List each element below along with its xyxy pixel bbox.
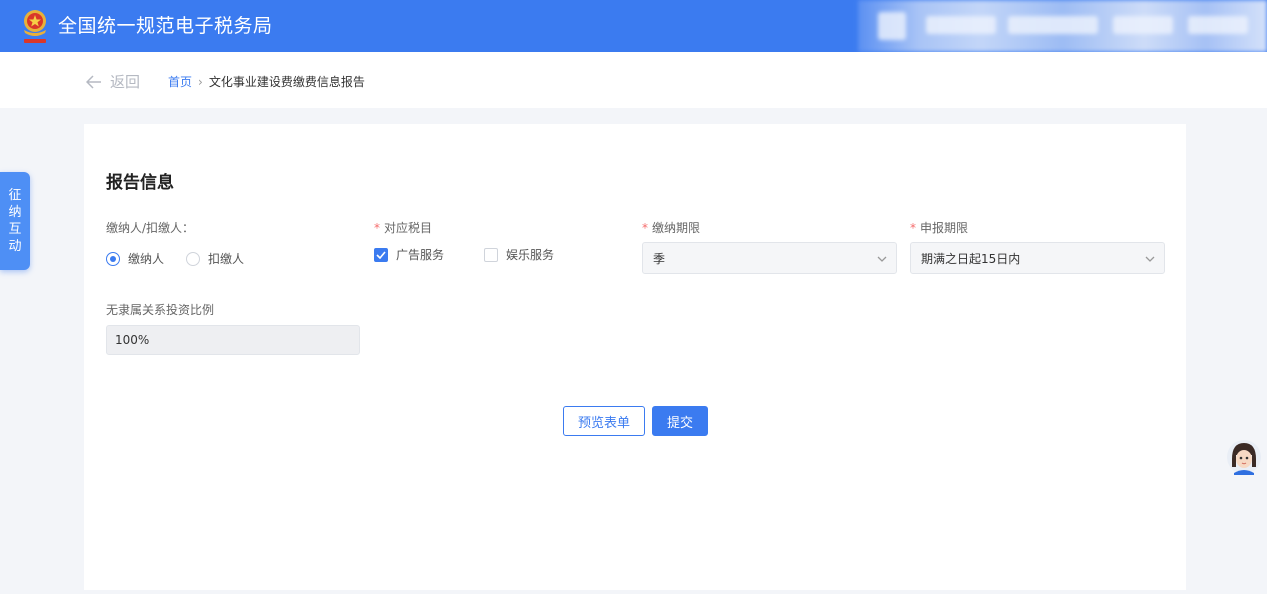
arrow-left-icon	[86, 74, 101, 89]
investment-ratio-input: 100%	[106, 325, 360, 355]
checkbox-advertising[interactable]: 广告服务	[374, 246, 444, 263]
submit-button[interactable]: 提交	[652, 406, 708, 436]
investment-ratio-label: 无隶属关系投资比例	[106, 303, 215, 317]
checkbox-label: 广告服务	[396, 248, 445, 262]
side-tab-char: 动	[8, 239, 22, 254]
breadcrumb-bar: 返回 首页 › 文化事业建设费缴费信息报告	[0, 52, 1267, 108]
radio-payer[interactable]: 缴纳人	[106, 250, 164, 267]
site-title: 全国统一规范电子税务局	[58, 15, 273, 37]
side-tab-char: 征	[8, 188, 22, 203]
checkbox-checked-icon	[374, 247, 388, 262]
report-form-card: 报告信息 缴纳人/扣缴人： 缴纳人 扣缴人 * 对应税目 广告服务 娱乐服务 *…	[84, 124, 1186, 590]
side-tab-char: 互	[8, 222, 22, 237]
required-mark: *	[374, 221, 380, 235]
assistant-avatar-icon[interactable]	[1226, 437, 1262, 477]
tax-emblem-icon	[24, 10, 46, 43]
section-title: 报告信息	[106, 173, 174, 193]
back-label: 返回	[110, 73, 141, 91]
pay-period-select[interactable]: 季	[642, 242, 897, 274]
payer-label: 缴纳人/扣缴人：	[106, 221, 195, 235]
pay-period-field: * 缴纳期限 季	[642, 220, 897, 274]
radio-unchecked-icon	[186, 251, 201, 266]
interaction-side-tab[interactable]: 征 纳 互 动	[0, 172, 30, 270]
breadcrumb-home-link[interactable]: 首页	[168, 73, 192, 90]
checkbox-label: 娱乐服务	[506, 248, 555, 262]
pay-period-label: * 缴纳期限	[642, 221, 701, 235]
user-info-blurred[interactable]	[858, 0, 1267, 52]
investment-ratio-value: 100%	[115, 333, 150, 347]
top-header: 全国统一规范电子税务局	[0, 0, 1267, 52]
declare-period-value: 期满之日起15日内	[921, 251, 1021, 266]
preview-form-button[interactable]: 预览表单	[563, 406, 645, 436]
radio-label: 缴纳人	[128, 252, 165, 266]
declare-period-field: * 申报期限 期满之日起15日内	[910, 220, 1165, 274]
checkbox-unchecked-icon	[484, 247, 499, 262]
back-button[interactable]: 返回	[86, 71, 140, 92]
pay-period-value: 季	[653, 251, 666, 266]
tax-item-label: * 对应税目	[374, 221, 433, 235]
payer-radio-group: 缴纳人 扣缴人	[106, 250, 266, 267]
breadcrumb-current: 文化事业建设费缴费信息报告	[208, 75, 365, 89]
radio-label: 扣缴人	[208, 252, 245, 266]
tax-item-checkbox-group: 广告服务 娱乐服务	[374, 246, 594, 263]
required-mark: *	[642, 221, 648, 235]
investment-ratio-field: 无隶属关系投资比例 100%	[106, 302, 360, 355]
tax-item-field: * 对应税目 广告服务 娱乐服务	[374, 220, 594, 263]
payer-field: 缴纳人/扣缴人： 缴纳人 扣缴人	[106, 220, 266, 267]
radio-withholder[interactable]: 扣缴人	[186, 250, 244, 267]
radio-checked-icon	[106, 251, 120, 266]
chevron-down-icon	[1145, 256, 1155, 262]
side-tab-char: 纳	[8, 205, 22, 220]
breadcrumb: 首页 › 文化事业建设费缴费信息报告	[168, 73, 365, 90]
declare-period-label: * 申报期限	[910, 221, 969, 235]
checkbox-entertainment[interactable]: 娱乐服务	[484, 246, 554, 263]
required-mark: *	[910, 221, 916, 235]
chevron-down-icon	[877, 256, 887, 262]
breadcrumb-separator: ›	[198, 74, 203, 89]
declare-period-select[interactable]: 期满之日起15日内	[910, 242, 1165, 274]
